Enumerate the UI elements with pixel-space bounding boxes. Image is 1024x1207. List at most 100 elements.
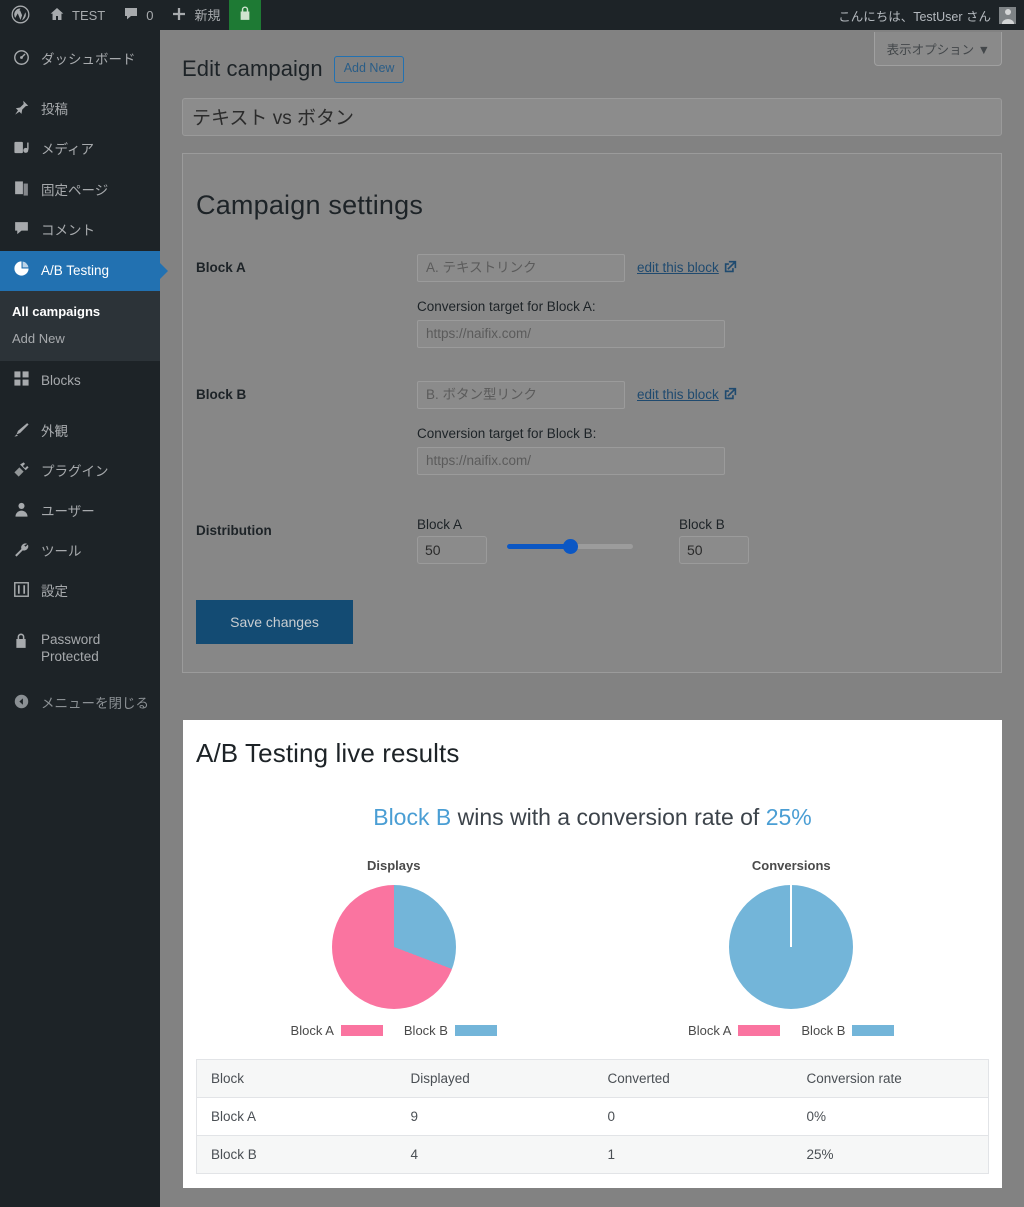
settings-sliders-icon xyxy=(11,581,31,603)
conversions-chart-title: Conversions xyxy=(751,858,831,873)
table-header-row: Block Displayed Converted Conversion rat… xyxy=(196,1059,989,1098)
sidebar-item-password-protected[interactable]: Password Protected xyxy=(0,623,160,675)
displays-chart-title: Displays xyxy=(367,858,421,873)
sidebar-item-dashboard[interactable]: ダッシュボード xyxy=(0,40,160,80)
sidebar-top-gap xyxy=(0,30,160,40)
block-b-label: Block B xyxy=(196,386,247,402)
sidebar-item-label: ツール xyxy=(41,544,82,560)
main-content-area: 表示オプション ▼ Edit campaign Add New Campaign… xyxy=(160,30,1024,1207)
block-a-edit-link-label: edit this block xyxy=(637,260,719,275)
padlock-icon xyxy=(11,632,31,654)
sidebar-item-tools[interactable]: ツール xyxy=(0,532,160,572)
sidebar-item-comments[interactable]: コメント xyxy=(0,211,160,251)
legend-label-block-a: Block A xyxy=(290,1023,334,1038)
block-a-row: Block A edit this block Conversion targe… xyxy=(183,253,1001,348)
distribution-a-input[interactable] xyxy=(417,535,487,564)
block-b-field-line: edit this block xyxy=(417,380,1001,409)
column-header-displayed: Displayed xyxy=(396,1059,594,1098)
distribution-controls: Block A Block B xyxy=(417,517,1001,564)
dashboard-icon xyxy=(11,49,31,71)
sidebar-item-label: メニューを閉じる xyxy=(41,696,149,712)
blocks-grid-icon xyxy=(11,370,31,392)
legend-swatch-block-b xyxy=(454,1025,497,1036)
legend-swatch-block-a xyxy=(738,1025,781,1036)
new-content-menu[interactable]: 新規 xyxy=(162,0,229,30)
block-b-row: Block B edit this block Conversion targe… xyxy=(183,380,1001,475)
chevron-down-icon: ▼ xyxy=(977,43,990,57)
new-content-label: 新規 xyxy=(194,7,221,23)
block-a-label: Block A xyxy=(196,259,246,275)
distribution-slider[interactable] xyxy=(507,538,667,554)
winner-conversion-rate: 25% xyxy=(765,804,812,830)
table-row: Block B 4 1 25% xyxy=(196,1135,989,1174)
block-a-edit-link[interactable]: edit this block xyxy=(637,260,737,276)
sidebar-item-appearance[interactable]: 外観 xyxy=(0,412,160,452)
password-protected-status-button[interactable] xyxy=(229,0,262,30)
legend-entry-block-b: Block B xyxy=(801,1023,895,1038)
sidebar-item-posts[interactable]: 投稿 xyxy=(0,90,160,130)
campaign-title-input[interactable] xyxy=(182,97,1002,136)
site-name-menu[interactable]: TEST xyxy=(40,0,114,30)
distribution-b-input[interactable] xyxy=(679,535,749,564)
sidebar-item-users[interactable]: ユーザー xyxy=(0,492,160,532)
sidebar-subitem-add-new[interactable]: Add New xyxy=(0,325,160,352)
comments-menu[interactable]: 0 xyxy=(114,0,162,30)
block-b-fields: edit this block Conversion target for Bl… xyxy=(417,380,1001,475)
sidebar-item-collapse-menu[interactable]: メニューを閉じる xyxy=(0,684,160,724)
cell-displayed: 9 xyxy=(396,1097,594,1136)
cell-displayed: 4 xyxy=(396,1135,594,1174)
legend-label-block-b: Block B xyxy=(403,1023,448,1038)
pie-charts-row: Displays Block A Block B Conversions Blo… xyxy=(195,858,990,1038)
cell-block: Block B xyxy=(196,1135,397,1174)
pie-zero-slice-divider xyxy=(790,885,793,947)
screen-options-toggle[interactable]: 表示オプション ▼ xyxy=(873,32,1002,66)
sidebar-item-label: 固定ページ xyxy=(41,182,109,198)
external-link-icon xyxy=(724,260,737,276)
sidebar-subitem-all-campaigns[interactable]: All campaigns xyxy=(0,298,160,325)
displays-pie-graphic xyxy=(331,885,456,1009)
sidebar-item-settings[interactable]: 設定 xyxy=(0,572,160,612)
sidebar-item-label: メディア xyxy=(41,142,95,158)
block-b-input[interactable] xyxy=(417,380,625,409)
save-changes-button[interactable]: Save changes xyxy=(196,599,353,644)
block-a-input[interactable] xyxy=(417,253,625,282)
account-menu[interactable]: こんにちは、TestUser さん xyxy=(838,6,1024,25)
sidebar-submenu-ab-testing: All campaigns Add New xyxy=(0,291,160,362)
sidebar-item-pages[interactable]: 固定ページ xyxy=(0,171,160,211)
sidebar-item-blocks[interactable]: Blocks xyxy=(0,361,160,401)
cell-conversion-rate: 25% xyxy=(792,1135,989,1174)
legend-entry-block-b: Block B xyxy=(404,1023,497,1038)
sidebar-item-label: コメント xyxy=(41,222,95,238)
sidebar-gap-2 xyxy=(0,402,160,412)
sidebar-item-plugins[interactable]: プラグイン xyxy=(0,452,160,492)
slider-thumb[interactable] xyxy=(563,538,578,554)
pie-chart-icon xyxy=(11,260,31,282)
sidebar-gap-1 xyxy=(0,80,160,90)
legend-entry-block-a: Block A xyxy=(291,1023,383,1038)
media-icon xyxy=(11,139,31,161)
cell-conversion-rate: 0% xyxy=(792,1097,989,1136)
add-new-button[interactable]: Add New xyxy=(333,56,405,83)
block-b-edit-link[interactable]: edit this block xyxy=(637,387,737,403)
block-a-target-input[interactable] xyxy=(417,319,725,348)
conversions-chart: Conversions Block A Block B xyxy=(626,858,956,1038)
sidebar-item-label: Blocks xyxy=(41,373,81,389)
legend-label-block-b: Block B xyxy=(801,1023,846,1038)
wordpress-logo-button[interactable] xyxy=(0,0,40,30)
displays-chart-legend: Block A Block B xyxy=(229,1023,559,1038)
avatar-icon xyxy=(999,6,1016,24)
block-b-target-input[interactable] xyxy=(417,446,725,475)
plugin-icon xyxy=(11,461,31,483)
sidebar-item-label: 投稿 xyxy=(41,102,68,118)
comments-count: 0 xyxy=(146,7,154,23)
block-a-fields: edit this block Conversion target for Bl… xyxy=(417,253,1001,348)
legend-entry-block-a: Block A xyxy=(688,1023,781,1038)
wordpress-logo-icon xyxy=(11,5,30,26)
home-icon xyxy=(49,6,65,24)
legend-swatch-block-b xyxy=(852,1025,895,1036)
distribution-a-caption: Block A xyxy=(417,516,463,532)
sidebar-gap-3 xyxy=(0,613,160,623)
sidebar-item-media[interactable]: メディア xyxy=(0,130,160,170)
sidebar-item-ab-testing[interactable]: A/B Testing xyxy=(0,251,160,292)
block-b-edit-link-label: edit this block xyxy=(637,387,719,402)
